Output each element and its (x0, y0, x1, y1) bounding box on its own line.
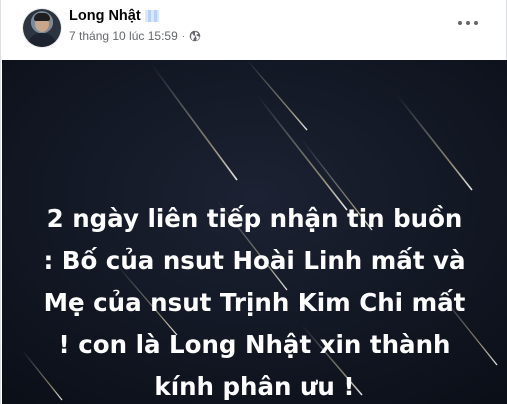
globe-icon (189, 30, 201, 42)
post-meta: 7 tháng 10 lúc 15:59 · (69, 29, 201, 43)
caption-line: kính phân ưu ! (154, 372, 355, 401)
post-card: Long Nhật 7 tháng 10 lúc 15:59 · 2 ngày … (0, 0, 507, 404)
post-header: Long Nhật 7 tháng 10 lúc 15:59 · (1, 0, 506, 60)
avatar-hair (34, 13, 50, 21)
caption-line: : Bố của nsut Hoài Linh mất và (43, 246, 466, 275)
meta-separator: · (181, 30, 186, 42)
more-options-button[interactable] (452, 12, 484, 34)
caption-line: 2 ngày liên tiếp nhận tin buồn (46, 204, 463, 233)
author-name[interactable]: Long Nhật (69, 8, 141, 24)
more-dots-icon (474, 21, 478, 25)
more-dots-icon (466, 21, 470, 25)
post-timestamp[interactable]: 7 tháng 10 lúc 15:59 (69, 29, 178, 43)
caption-line: ! con là Long Nhật xin thành (58, 330, 451, 359)
avatar[interactable] (23, 9, 61, 47)
avatar-body (27, 33, 57, 47)
image-caption-text: 2 ngày liên tiếp nhận tin buồn : Bố của … (2, 198, 507, 404)
caption-line: Mẹ của nsut Trịnh Kim Chi mất (43, 288, 466, 317)
redacted-mark (144, 10, 159, 22)
author-row: Long Nhật (69, 8, 159, 24)
post-image[interactable]: 2 ngày liên tiếp nhận tin buồn : Bố của … (2, 60, 507, 404)
more-dots-icon (458, 21, 462, 25)
